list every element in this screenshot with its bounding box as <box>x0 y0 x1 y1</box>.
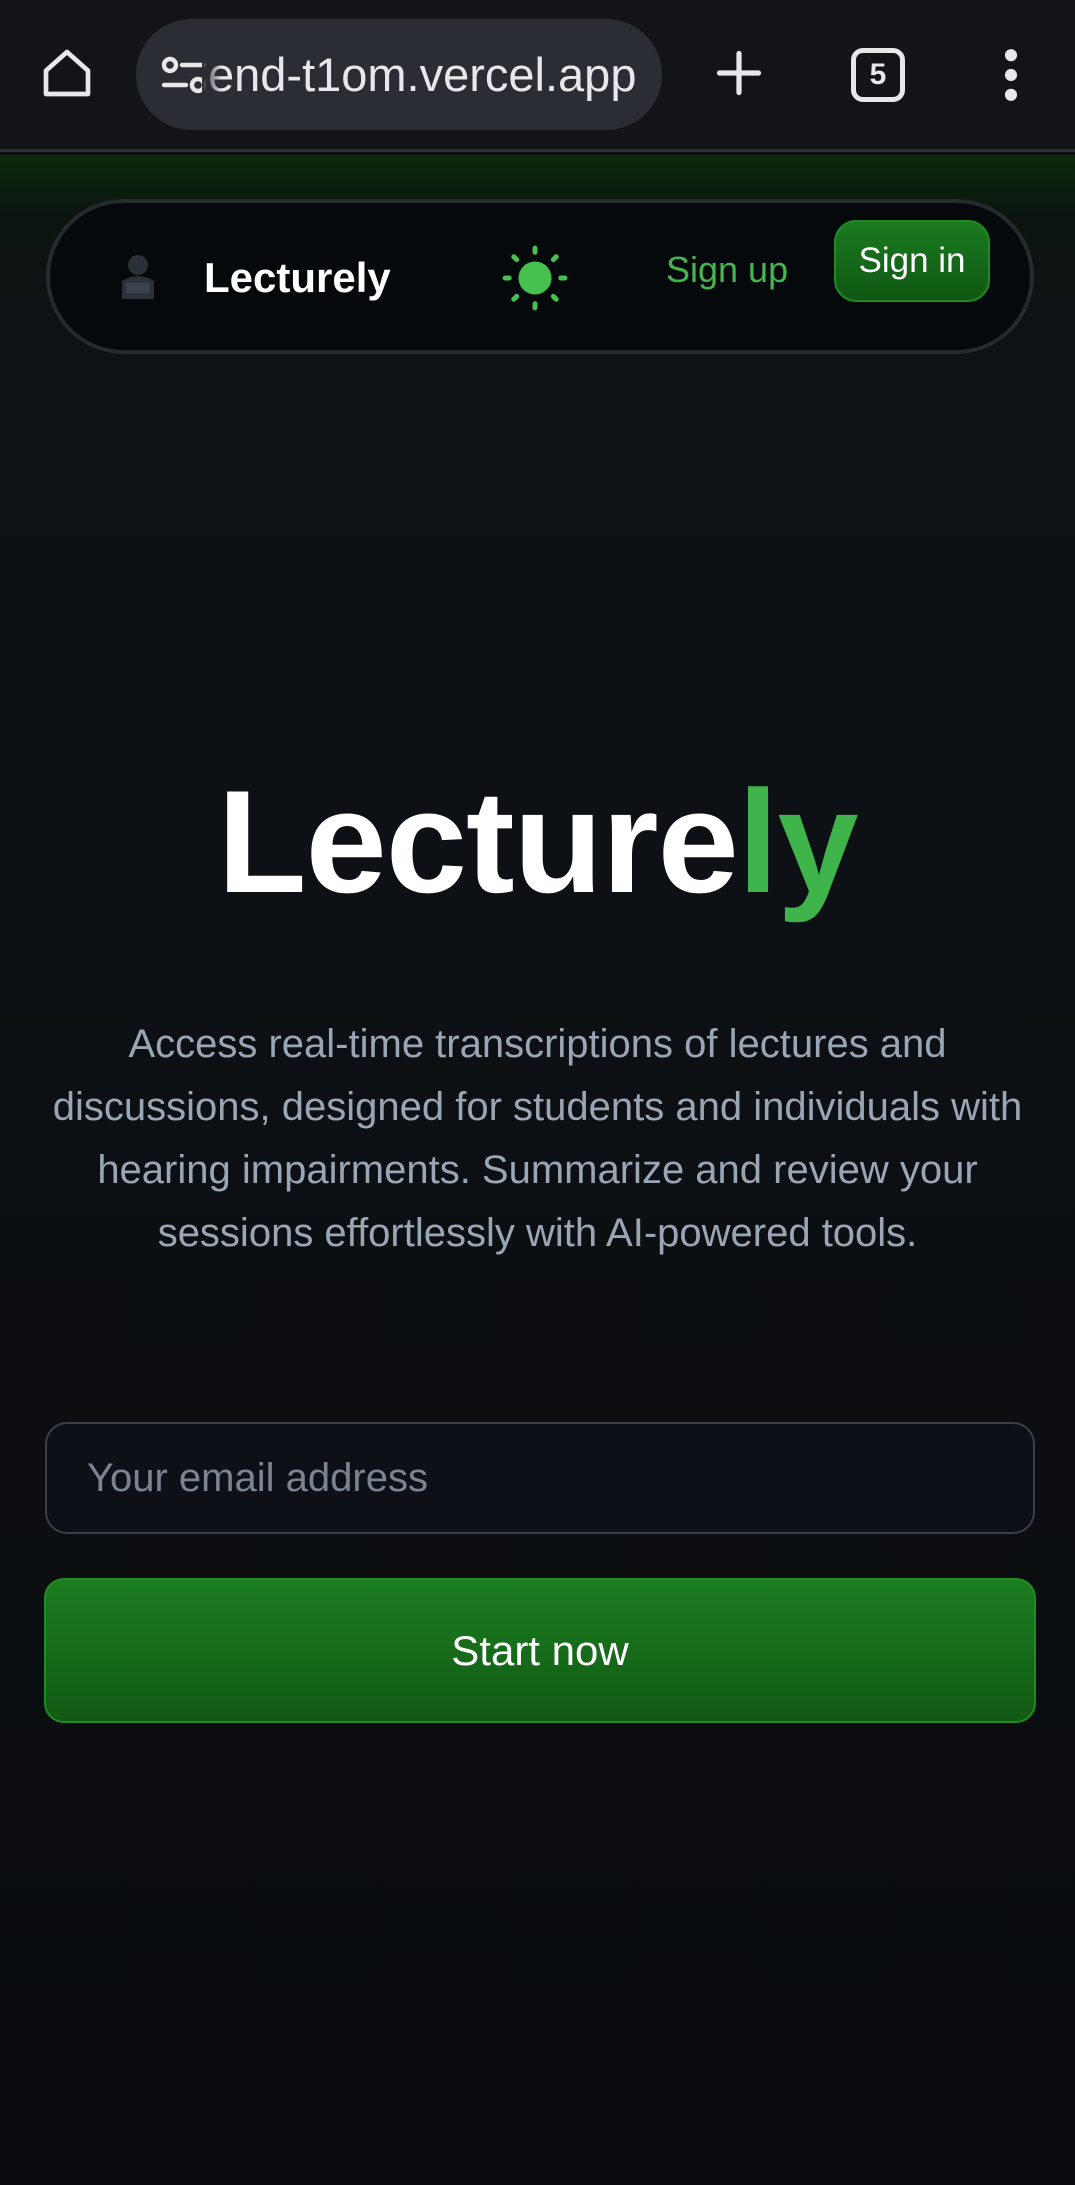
home-icon[interactable] <box>36 42 98 104</box>
signin-button[interactable]: Sign in <box>834 220 990 302</box>
hero-title-main: Lecture <box>217 760 738 923</box>
signup-link[interactable]: Sign up <box>666 245 788 295</box>
url-fade <box>202 19 222 130</box>
hero-description: Access real-time transcriptions of lectu… <box>52 1022 1023 1255</box>
page: Lecturely Sign up Sign in Lecturely Acce… <box>0 155 1075 2185</box>
tab-switcher-button[interactable]: 5 <box>851 48 905 102</box>
hero-title-accent: ly <box>737 760 859 923</box>
url-text[interactable]: end-t1om.vercel.app <box>208 19 654 130</box>
browser-toolbar: end-t1om.vercel.app 5 <box>0 0 1075 152</box>
more-vert-icon[interactable] <box>986 44 1036 106</box>
plus-icon[interactable] <box>708 42 770 104</box>
email-input[interactable] <box>45 1422 1035 1534</box>
nav-brand[interactable]: Lecturely <box>204 253 391 303</box>
start-now-button[interactable]: Start now <box>44 1578 1036 1723</box>
hero-title: Lecturely <box>0 752 1075 932</box>
navbar: Lecturely Sign up Sign in <box>46 199 1034 354</box>
address-bar[interactable]: end-t1om.vercel.app <box>136 19 662 130</box>
logo-icon[interactable] <box>120 251 156 301</box>
sun-icon[interactable] <box>500 243 570 313</box>
